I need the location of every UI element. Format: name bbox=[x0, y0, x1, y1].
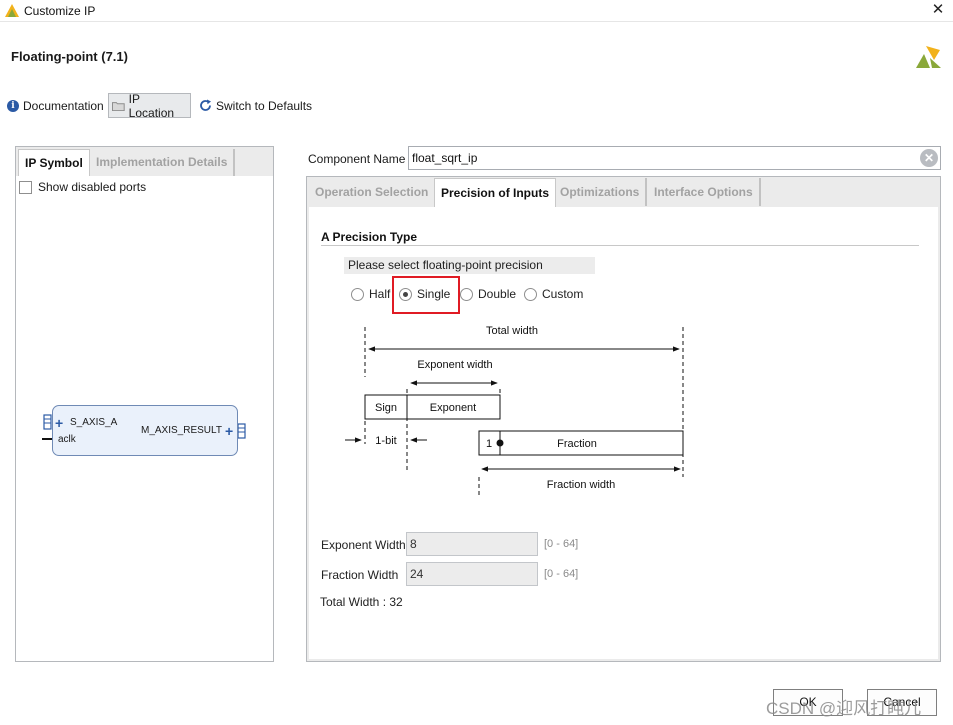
fraction-label: Fraction bbox=[557, 438, 597, 450]
precision-tab-content: A Precision Type Please select floating-… bbox=[309, 207, 938, 659]
expand-plus-icon[interactable]: + bbox=[55, 415, 63, 431]
total-width-readout: Total Width : 32 bbox=[320, 595, 403, 609]
configuration-panel: Operation Selection Precision of Inputs … bbox=[306, 176, 941, 662]
port-s-axis-a: S_AXIS_A bbox=[70, 417, 118, 428]
close-window-button[interactable]: ✕ bbox=[929, 1, 947, 19]
float-format-diagram: Total width Exponent width Sign Exponent… bbox=[345, 325, 684, 497]
tab-implementation-details[interactable]: Implementation Details bbox=[90, 149, 236, 176]
show-disabled-ports-checkbox[interactable] bbox=[19, 180, 32, 194]
tab-optimizations[interactable]: Optimizations bbox=[554, 178, 648, 206]
show-disabled-ports-row[interactable]: Show disabled ports bbox=[19, 180, 146, 194]
exponent-label: Exponent bbox=[430, 402, 476, 414]
hidden-one-label: 1 bbox=[486, 438, 492, 450]
documentation-label: Documentation bbox=[23, 98, 104, 113]
fraction-width-label: Fraction width bbox=[547, 479, 615, 491]
tab-precision-of-inputs[interactable]: Precision of Inputs bbox=[434, 178, 557, 208]
fraction-width-range: [0 - 64] bbox=[544, 568, 579, 580]
title-bar: Customize IP ✕ bbox=[0, 0, 953, 22]
exponent-width-input[interactable] bbox=[406, 532, 538, 556]
vendor-logo-icon bbox=[916, 46, 941, 68]
fraction-width-input[interactable] bbox=[406, 562, 538, 586]
left-tab-bar: IP Symbol Implementation Details bbox=[16, 147, 273, 176]
total-width-label: Total width bbox=[486, 325, 538, 337]
window-title: Customize IP bbox=[24, 4, 96, 18]
toolbar: i Documentation IP Location Switch to De… bbox=[0, 90, 953, 122]
vivado-logo-icon bbox=[5, 4, 19, 17]
ip-location-button[interactable]: IP Location bbox=[108, 91, 191, 120]
port-aclk: aclk bbox=[58, 434, 76, 445]
documentation-button[interactable]: i Documentation bbox=[4, 93, 107, 118]
fraction-width-field-label: Fraction Width bbox=[321, 568, 399, 582]
tab-interface-options[interactable]: Interface Options bbox=[648, 178, 761, 206]
folder-icon bbox=[112, 101, 125, 111]
info-icon: i bbox=[7, 99, 19, 112]
exponent-width-range: [0 - 64] bbox=[544, 538, 579, 550]
ip-location-label: IP Location bbox=[128, 91, 175, 120]
component-name-input[interactable] bbox=[408, 146, 941, 170]
port-m-axis-result: M_AXIS_RESULT bbox=[141, 425, 222, 436]
expand-plus-icon[interactable]: + bbox=[225, 423, 233, 439]
refresh-icon bbox=[200, 99, 211, 111]
component-name-label: Component Name bbox=[308, 152, 406, 166]
ip-symbol-panel: IP Symbol Implementation Details Show di… bbox=[15, 146, 274, 662]
exponent-width-field-label: Exponent Width bbox=[321, 538, 406, 552]
ip-title: Floating-point (7.1) bbox=[11, 49, 128, 64]
show-disabled-ports-label: Show disabled ports bbox=[38, 180, 147, 194]
switch-to-defaults-label: Switch to Defaults bbox=[216, 98, 313, 113]
ip-symbol-block: + S_AXIS_A aclk M_AXIS_RESULT + bbox=[52, 405, 238, 456]
watermark-text: CSDN @迎风打盹儿 bbox=[766, 699, 922, 718]
exponent-width-label: Exponent width bbox=[417, 359, 492, 371]
one-bit-label: 1-bit bbox=[375, 435, 396, 447]
ip-header: Floating-point (7.1) bbox=[0, 22, 953, 90]
clear-input-icon[interactable]: ✕ bbox=[920, 149, 938, 167]
tab-operation-selection[interactable]: Operation Selection bbox=[309, 178, 437, 206]
switch-to-defaults-button[interactable]: Switch to Defaults bbox=[196, 93, 315, 118]
sign-label: Sign bbox=[375, 402, 397, 414]
tab-ip-symbol[interactable]: IP Symbol bbox=[18, 149, 90, 176]
